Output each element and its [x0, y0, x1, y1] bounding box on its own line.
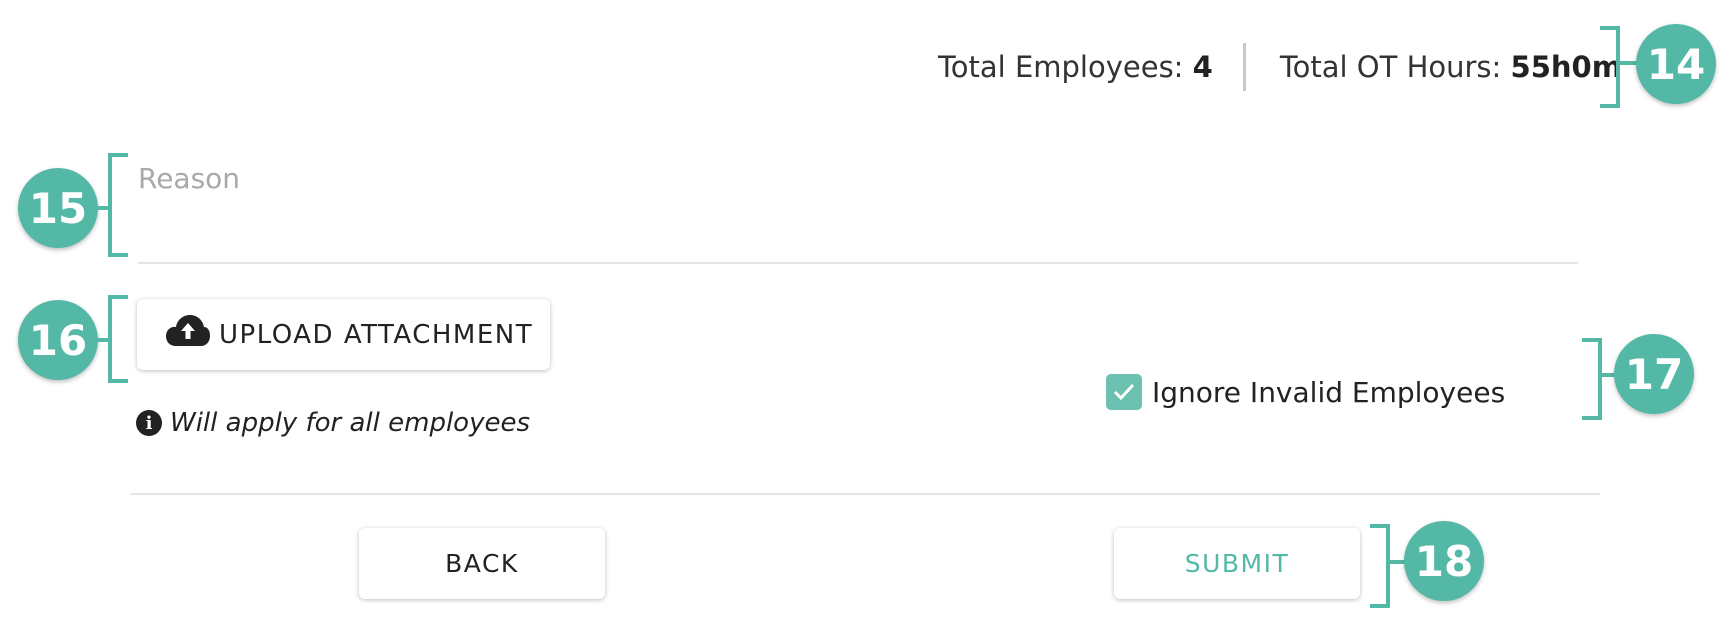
submit-button[interactable]: SUBMIT: [1114, 528, 1360, 599]
summary-separator: [1242, 43, 1246, 91]
attachment-hint-text: Will apply for all employees: [170, 408, 531, 438]
annotation-bracket-15: [108, 153, 128, 257]
annotation-stem-15: [94, 206, 108, 210]
annotation-badge-15: 15: [18, 168, 98, 248]
annotation-stem-16: [94, 338, 108, 342]
total-ot-hours-label: Total OT Hours:: [1279, 50, 1502, 84]
back-button[interactable]: BACK: [359, 528, 605, 599]
annotation-stem-18: [1386, 560, 1404, 564]
annotation-badge-14: 14: [1636, 24, 1716, 104]
annotation-bracket-18: [1370, 524, 1390, 608]
totals-summary: Total Employees: 4 Total OT Hours: 55h0m: [938, 42, 1622, 92]
reason-input[interactable]: [138, 160, 1578, 264]
checkmark-icon: [1113, 383, 1135, 401]
annotation-stem-14: [1616, 61, 1636, 65]
upload-attachment-label: UPLOAD ATTACHMENT: [219, 319, 534, 350]
total-employees-label: Total Employees:: [938, 50, 1184, 84]
ignore-invalid-label: Ignore Invalid Employees: [1152, 375, 1506, 409]
cloud-upload-icon: [165, 314, 219, 355]
total-employees-value: 4: [1192, 50, 1213, 84]
annotation-badge-17: 17: [1614, 334, 1694, 414]
annotation-bracket-14: [1600, 26, 1620, 108]
upload-attachment-button[interactable]: UPLOAD ATTACHMENT: [137, 299, 550, 370]
annotation-bracket-17: [1582, 338, 1602, 420]
annotation-stem-17: [1598, 373, 1614, 377]
info-icon: i: [136, 410, 162, 436]
ignore-invalid-checkbox[interactable]: [1106, 374, 1142, 410]
annotation-bracket-16: [108, 295, 128, 383]
footer-divider: [130, 493, 1600, 495]
ignore-invalid-employees-toggle[interactable]: Ignore Invalid Employees: [1106, 374, 1505, 410]
annotation-badge-16: 16: [18, 300, 98, 380]
annotation-badge-18: 18: [1404, 521, 1484, 601]
attachment-hint: i Will apply for all employees: [136, 408, 530, 438]
